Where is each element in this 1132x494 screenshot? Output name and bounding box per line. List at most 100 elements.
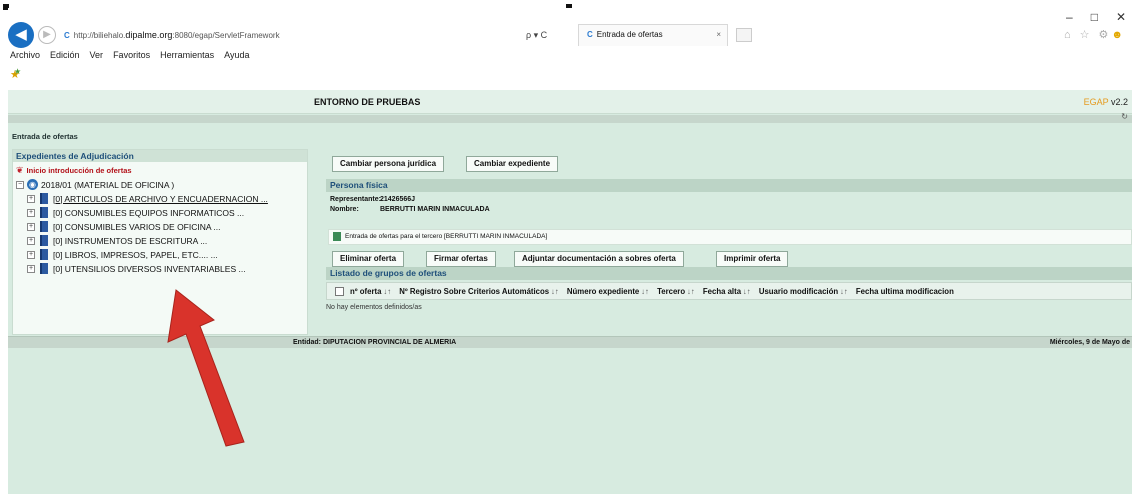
tercero-info-text: Entrada de ofertas para el tercero [BERR…: [345, 233, 548, 240]
column-fecha-ultima-modificacion[interactable]: Fecha ultima modificacion: [856, 287, 954, 296]
column-label: Tercero: [657, 286, 686, 296]
sign-offers-button[interactable]: Firmar ofertas: [426, 251, 496, 267]
document-icon: [333, 231, 341, 241]
app-name: EGAP: [1083, 97, 1109, 107]
column-label: Usuario modificación: [758, 286, 839, 296]
site-favicon-icon: C: [64, 31, 70, 40]
start-entry-link[interactable]: ❦ Inicio introducción de ofertas: [16, 165, 307, 176]
sort-icon[interactable]: ↓↑: [383, 287, 391, 296]
column-fecha-alta[interactable]: Fecha alta ↓↑: [703, 287, 751, 296]
expedientes-tree-panel: Expedientes de Adjudicación ❦ Inicio int…: [12, 149, 308, 335]
home-star-gear-icons[interactable]: ⌂ ☆ ⚙: [1064, 29, 1111, 41]
favorites-bar-icon[interactable]: ★ ★: [10, 68, 22, 81]
column-label: nº oferta: [350, 286, 382, 296]
expand-icon[interactable]: +: [27, 194, 35, 203]
tab-close-icon[interactable]: ×: [716, 25, 721, 45]
refresh-icon[interactable]: ↻: [1121, 112, 1128, 121]
sort-icon[interactable]: ↓↑: [551, 287, 559, 296]
menu-ver[interactable]: Ver: [90, 50, 104, 60]
sort-icon[interactable]: ↓↑: [687, 287, 695, 296]
address-path: :8080/egap/ServletFramework: [172, 31, 280, 40]
menu-herramientas[interactable]: Herramientas: [160, 50, 214, 60]
app-header: ENTORNO DE PRUEBAS EGAP v2.2: [8, 90, 1132, 114]
new-tab-button[interactable]: [736, 28, 752, 42]
tree-item-consumibles-informaticos[interactable]: + [0] CONSUMIBLES EQUIPOS INFORMATICOS .…: [27, 207, 307, 218]
tree-item-utensilios-inventariables[interactable]: + [0] UTENSILIOS DIVERSOS INVENTARIABLES…: [27, 263, 307, 274]
address-host: biliehalo.dipalme.org: [94, 30, 173, 40]
web-page: ENTORNO DE PRUEBAS EGAP v2.2 ↻ Entrada d…: [8, 90, 1132, 494]
menu-archivo[interactable]: Archivo: [10, 50, 40, 60]
menu-favoritos[interactable]: Favoritos: [113, 50, 150, 60]
attach-documentation-button[interactable]: Adjuntar documentación a sobres oferta: [514, 251, 684, 267]
page-footer: Entidad: DIPUTACION PROVINCIAL DE ALMERI…: [8, 336, 1132, 348]
tab-title: Entrada de ofertas: [596, 30, 663, 39]
column-registro-sobre[interactable]: Nº Registro Sobre Criterios Automáticos ↓…: [399, 287, 559, 296]
tercero-info-row: Entrada de ofertas para el tercero [BERR…: [328, 229, 1132, 245]
change-legal-person-button[interactable]: Cambiar persona jurídica: [332, 156, 445, 172]
offers-main-panel: Cambiar persona jurídica Cambiar expedie…: [316, 149, 1132, 333]
expand-icon[interactable]: +: [27, 222, 35, 231]
book-icon: [40, 193, 48, 204]
entity-label: Entidad: DIPUTACION PROVINCIAL DE ALMERI…: [293, 339, 457, 346]
tree-item-consumibles-oficina[interactable]: + [0] CONSUMIBLES VARIOS DE OFICINA ...: [27, 221, 307, 232]
representante-row: Representante:21426566J: [330, 196, 415, 203]
tree-item-libros-impresos[interactable]: + [0] LIBROS, IMPRESOS, PAPEL, ETC.... .…: [27, 249, 307, 260]
menu-edicion[interactable]: Edición: [50, 50, 80, 60]
change-expediente-button[interactable]: Cambiar expediente: [466, 156, 559, 172]
tree-item-instrumentos-escritura[interactable]: + [0] INSTRUMENTOS DE ESCRITURA ...: [27, 235, 307, 246]
version-number: v2.2: [1110, 97, 1128, 107]
expand-icon[interactable]: +: [27, 250, 35, 259]
column-usuario-modificacion[interactable]: Usuario modificación ↓↑: [759, 287, 848, 296]
current-date: Miércoles, 9 de Mayo de: [1049, 339, 1130, 346]
nombre-label: Nombre:: [330, 206, 359, 213]
expand-icon[interactable]: +: [27, 208, 35, 217]
back-arrow-icon[interactable]: ◀: [8, 22, 34, 48]
column-numero-expediente[interactable]: Número expediente ↓↑: [567, 287, 649, 296]
book-icon: [40, 235, 48, 246]
menu-bar: Archivo Edición Ver Favoritos Herramient…: [10, 50, 249, 60]
sort-icon[interactable]: ↓↑: [641, 287, 649, 296]
environment-title: ENTORNO DE PRUEBAS: [314, 97, 421, 107]
menu-ayuda[interactable]: Ayuda: [224, 50, 249, 60]
search-refresh-controls[interactable]: ρ ▾ C: [526, 27, 547, 44]
persona-fisica-header: Persona física: [326, 179, 1132, 192]
browser-tab[interactable]: C Entrada de ofertas ×: [578, 24, 728, 46]
delete-offer-button[interactable]: Eliminar oferta: [332, 251, 405, 267]
expand-icon[interactable]: +: [27, 264, 35, 273]
tree-root-label: 2018/01 (MATERIAL DE OFICINA ): [41, 179, 175, 190]
column-label: Fecha ultima modificacion: [855, 286, 954, 296]
column-tercero[interactable]: Tercero ↓↑: [657, 287, 695, 296]
toolbar-icons[interactable]: ⌂ ☆ ⚙☻: [1064, 28, 1126, 41]
tree-panel-title: Expedientes de Adjudicación: [13, 150, 307, 162]
print-offer-button[interactable]: Imprimir oferta: [716, 251, 789, 267]
offers-table-header: nº oferta ↓↑ Nº Registro Sobre Criterios …: [326, 282, 1132, 300]
address-row: ◀ ▶ Chttp://biliehalo.dipalme.org:8080/e…: [8, 20, 1132, 50]
tree-item-articulos-archivo[interactable]: + [0] ARTICULOS DE ARCHIVO Y ENCUADERNAC…: [27, 193, 307, 204]
column-num-oferta[interactable]: nº oferta ↓↑: [350, 287, 391, 296]
address-prefix: http://: [73, 31, 94, 40]
column-label: Número expediente: [566, 286, 640, 296]
feedback-smiley-icon[interactable]: ☻: [1111, 29, 1126, 41]
tree-item-label: [0] ARTICULOS DE ARCHIVO Y ENCUADERNACIO…: [53, 193, 268, 204]
tree-item-label: [0] LIBROS, IMPRESOS, PAPEL, ETC.... ...: [53, 249, 218, 260]
breadcrumb: Entrada de ofertas: [12, 132, 78, 141]
expand-icon[interactable]: +: [27, 236, 35, 245]
globe-icon: ◉: [27, 179, 38, 190]
book-icon: [40, 207, 48, 218]
representante-label: Representante:: [330, 196, 381, 203]
app-version: EGAP v2.2: [1084, 97, 1128, 107]
sort-icon[interactable]: ↓↑: [743, 287, 751, 296]
tab-favicon-icon: C: [587, 30, 593, 39]
tree-item-label: [0] CONSUMIBLES EQUIPOS INFORMATICOS ...: [53, 207, 245, 218]
tree-root-node[interactable]: − ◉ 2018/01 (MATERIAL DE OFICINA ): [16, 179, 307, 190]
tree-item-label: [0] UTENSILIOS DIVERSOS INVENTARIABLES .…: [53, 263, 246, 274]
book-icon: [40, 249, 48, 260]
nombre-value: BERRUTTI MARIN INMACULADA: [380, 206, 490, 213]
offer-groups-header: Listado de grupos de ofertas: [326, 267, 1132, 280]
collapse-icon[interactable]: −: [16, 180, 24, 189]
forward-arrow-icon[interactable]: ▶: [38, 26, 56, 44]
start-entry-label: Inicio introducción de ofertas: [26, 166, 132, 175]
sort-icon[interactable]: ↓↑: [840, 287, 848, 296]
address-bar[interactable]: Chttp://biliehalo.dipalme.org:8080/egap/…: [60, 27, 580, 44]
select-all-checkbox[interactable]: [335, 286, 344, 296]
